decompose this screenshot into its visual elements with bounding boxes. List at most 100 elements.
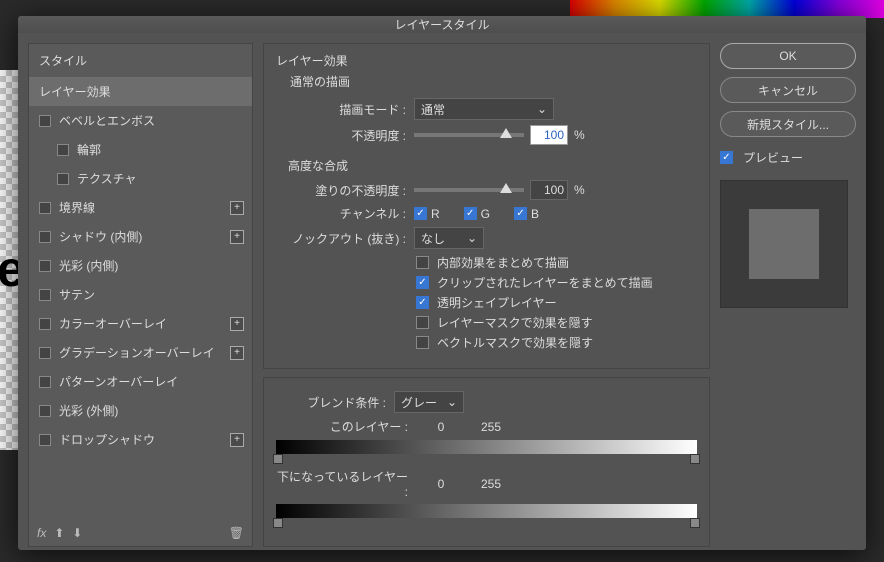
preview-swatch	[749, 209, 819, 279]
adv-check-4[interactable]	[416, 336, 429, 349]
sidebar-item-label: 光彩 (外側)	[59, 402, 118, 419]
sidebar-checkbox-2[interactable]	[57, 144, 69, 156]
ok-button[interactable]: OK	[720, 43, 856, 69]
sidebar-item-label: グラデーションオーバーレイ	[59, 344, 215, 361]
adv-check-label: レイヤーマスクで効果を隠す	[437, 314, 593, 331]
plus-icon[interactable]: +	[230, 317, 244, 331]
this-layer-gradient[interactable]	[276, 440, 697, 454]
sidebar-item-11[interactable]: 光彩 (外側)	[29, 396, 252, 425]
sidebar-item-2[interactable]: 輪郭	[29, 135, 252, 164]
chevron-down-icon: ⌄	[537, 102, 547, 116]
channel-label: チャンネル :	[276, 205, 406, 222]
sidebar-checkbox-1[interactable]	[39, 115, 51, 127]
adv-check-label: クリップされたレイヤーをまとめて描画	[437, 274, 653, 291]
blend-if-label: ブレンド条件 :	[276, 394, 386, 411]
knockout-select[interactable]: なし ⌄	[414, 227, 484, 249]
under-layer-handle-black[interactable]	[273, 518, 283, 528]
sidebar-item-label: 輪郭	[77, 141, 101, 158]
fx-label[interactable]: fx	[37, 526, 46, 540]
sidebar-item-label: 光彩 (内側)	[59, 257, 118, 274]
opacity-input[interactable]	[530, 125, 568, 145]
sidebar-item-10[interactable]: パターンオーバーレイ	[29, 367, 252, 396]
channel-g-checkbox[interactable]: ✓	[464, 207, 477, 220]
knockout-label: ノックアウト (抜き) :	[276, 230, 406, 247]
sidebar-checkbox-9[interactable]	[39, 347, 51, 359]
under-layer-gradient[interactable]	[276, 504, 697, 518]
fill-opacity-unit: %	[574, 183, 585, 197]
sidebar-checkbox-4[interactable]	[39, 202, 51, 214]
chevron-down-icon: ⌄	[467, 231, 477, 245]
sidebar-checkbox-8[interactable]	[39, 318, 51, 330]
adv-check-label: 内部効果をまとめて描画	[437, 254, 569, 271]
adv-check-label: ベクトルマスクで効果を隠す	[437, 334, 593, 351]
sidebar-item-label: シャドウ (内側)	[59, 228, 142, 245]
sidebar-checkbox-6[interactable]	[39, 260, 51, 272]
sidebar-item-5[interactable]: シャドウ (内側) +	[29, 222, 252, 251]
sidebar-item-label: ドロップシャドウ	[59, 431, 155, 448]
opacity-label: 不透明度 :	[276, 127, 406, 144]
sidebar-checkbox-11[interactable]	[39, 405, 51, 417]
advanced-title: 高度な合成	[288, 157, 697, 174]
panel-title: レイヤー効果	[276, 52, 697, 69]
sidebar-item-4[interactable]: 境界線 +	[29, 193, 252, 222]
fill-opacity-slider[interactable]	[414, 188, 524, 192]
sidebar-item-1[interactable]: ベベルとエンボス	[29, 106, 252, 135]
new-style-button[interactable]: 新規スタイル...	[720, 111, 856, 137]
dialog-title: レイヤースタイル	[18, 16, 866, 33]
blend-if-select[interactable]: グレー ⌄	[394, 391, 464, 413]
opacity-unit: %	[574, 128, 585, 142]
plus-icon[interactable]: +	[230, 346, 244, 360]
style-sidebar: スタイル レイヤー効果ベベルとエンボス輪郭テクスチャ境界線+シャドウ (内側)+…	[28, 43, 253, 547]
under-layer-handle-white[interactable]	[690, 518, 700, 528]
adv-check-3[interactable]	[416, 316, 429, 329]
arrow-down-icon[interactable]: ⬇	[72, 526, 82, 540]
normal-blend-title: 通常の描画	[290, 73, 697, 90]
cancel-button[interactable]: キャンセル	[720, 77, 856, 103]
sidebar-item-label: テクスチャ	[77, 170, 137, 187]
preview-checkbox[interactable]: ✓	[720, 151, 733, 164]
adv-check-label: 透明シェイプレイヤー	[437, 294, 557, 311]
sidebar-item-0[interactable]: レイヤー効果	[29, 77, 252, 106]
sidebar-checkbox-7[interactable]	[39, 289, 51, 301]
sidebar-item-label: パターンオーバーレイ	[59, 373, 178, 390]
sidebar-item-6[interactable]: 光彩 (内側)	[29, 251, 252, 280]
sidebar-item-7[interactable]: サテン	[29, 280, 252, 309]
sidebar-checkbox-10[interactable]	[39, 376, 51, 388]
channel-b-checkbox[interactable]: ✓	[514, 207, 527, 220]
plus-icon[interactable]: +	[230, 230, 244, 244]
this-layer-handle-white[interactable]	[690, 454, 700, 464]
plus-icon[interactable]: +	[230, 433, 244, 447]
channel-r-checkbox[interactable]: ✓	[414, 207, 427, 220]
layer-effects-panel: レイヤー効果 通常の描画 描画モード : 通常 ⌄ 不透明度 : % 高度な合成	[263, 43, 710, 369]
opacity-slider[interactable]	[414, 133, 524, 137]
sidebar-checkbox-3[interactable]	[57, 173, 69, 185]
under-layer-high: 255	[466, 477, 516, 491]
blend-mode-select[interactable]: 通常 ⌄	[414, 98, 554, 120]
sidebar-item-9[interactable]: グラデーションオーバーレイ +	[29, 338, 252, 367]
under-layer-low: 0	[416, 477, 466, 491]
trash-icon[interactable]: 🗑	[229, 526, 244, 540]
fill-opacity-value[interactable]: 100	[530, 180, 568, 200]
blend-if-panel: ブレンド条件 : グレー ⌄ このレイヤー : 0 255 下になっているレ	[263, 377, 710, 547]
this-layer-label: このレイヤー :	[276, 418, 408, 435]
sidebar-item-label: カラーオーバーレイ	[59, 315, 167, 332]
under-layer-label: 下になっているレイヤー :	[276, 468, 408, 499]
preview-label: プレビュー	[743, 149, 803, 166]
sidebar-item-8[interactable]: カラーオーバーレイ +	[29, 309, 252, 338]
this-layer-handle-black[interactable]	[273, 454, 283, 464]
sidebar-checkbox-12[interactable]	[39, 434, 51, 446]
sidebar-item-label: レイヤー効果	[39, 83, 111, 100]
fill-opacity-label: 塗りの不透明度 :	[276, 182, 406, 199]
layer-style-dialog: レイヤースタイル スタイル レイヤー効果ベベルとエンボス輪郭テクスチャ境界線+シ…	[18, 16, 866, 550]
sidebar-checkbox-5[interactable]	[39, 231, 51, 243]
sidebar-item-label: サテン	[59, 286, 95, 303]
sidebar-item-label: 境界線	[59, 199, 95, 216]
sidebar-item-12[interactable]: ドロップシャドウ +	[29, 425, 252, 454]
this-layer-low: 0	[416, 420, 466, 434]
adv-check-0[interactable]	[416, 256, 429, 269]
sidebar-item-3[interactable]: テクスチャ	[29, 164, 252, 193]
plus-icon[interactable]: +	[230, 201, 244, 215]
arrow-up-icon[interactable]: ⬆	[54, 526, 64, 540]
adv-check-1[interactable]: ✓	[416, 276, 429, 289]
adv-check-2[interactable]: ✓	[416, 296, 429, 309]
